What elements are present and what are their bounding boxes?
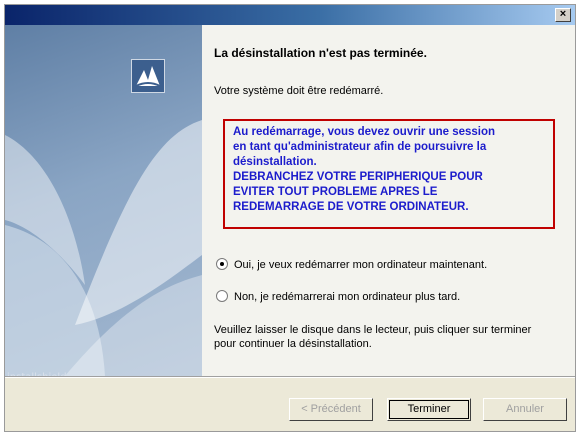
restart-now-label[interactable]: Oui, je veux redémarrer mon ordinateur m… xyxy=(234,259,487,271)
uninstall-dialog: × installshield La désinstallation n'est… xyxy=(4,4,576,432)
warning-line: Au redémarrage, vous devez ouvrir une se… xyxy=(233,126,496,138)
warning-line: DEBRANCHEZ VOTRE PERIPHERIQUE POUR xyxy=(233,171,483,183)
warning-line: en tant qu'administrateur afin de poursu… xyxy=(233,141,487,153)
restart-later-option[interactable]: Non, je redémarrerai mon ordinateur plus… xyxy=(216,290,460,303)
warning-box: Au redémarrage, vous devez ouvrir une se… xyxy=(223,119,555,229)
radio-button[interactable] xyxy=(216,290,228,302)
restart-now-option[interactable]: Oui, je veux redémarrer mon ordinateur m… xyxy=(216,258,487,271)
instruction-text: Veuillez laisser le disque dans le lecte… xyxy=(214,324,532,350)
installer-logo-icon xyxy=(131,59,165,93)
title-bar: × xyxy=(5,5,575,25)
previous-button[interactable]: < Précédent xyxy=(289,398,373,421)
restart-later-label[interactable]: Non, je redémarrerai mon ordinateur plus… xyxy=(234,291,460,303)
page-title: La désinstallation n'est pas terminée. xyxy=(214,46,427,60)
close-button[interactable]: × xyxy=(555,8,571,22)
restart-required-text: Votre système doit être redémarré. xyxy=(214,85,384,97)
warning-line: REDEMARRAGE DE VOTRE ORDINATEUR. xyxy=(233,201,469,213)
radio-button-selected[interactable] xyxy=(216,258,228,270)
finish-button[interactable]: Terminer xyxy=(387,398,471,421)
warning-line: désinstallation. xyxy=(233,156,317,168)
warning-line: EVITER TOUT PROBLEME APRES LE xyxy=(233,186,438,198)
content-panel: La désinstallation n'est pas terminée. V… xyxy=(202,25,575,376)
divider xyxy=(5,376,575,378)
cancel-button[interactable]: Annuler xyxy=(483,398,567,421)
sail-graphic xyxy=(5,120,202,376)
installer-side-panel: installshield xyxy=(5,25,202,376)
